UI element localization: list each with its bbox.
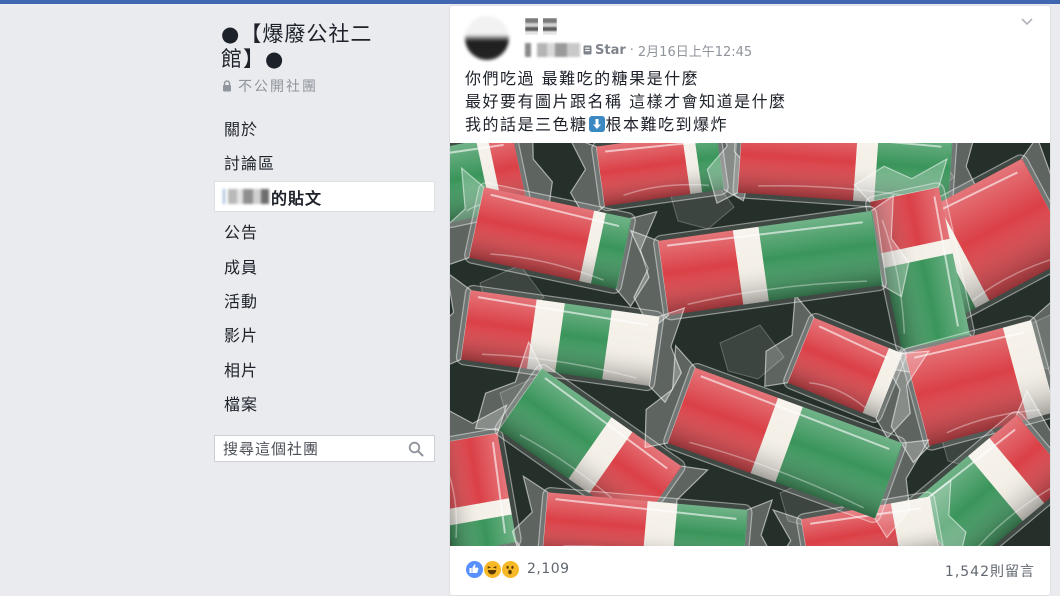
wow-icon [501,560,520,579]
privacy-label: 不公開社團 [238,79,318,95]
search-icon[interactable] [408,441,424,457]
meta-separator: · [629,42,634,58]
sidebar-item-label: 檔案 [224,395,259,415]
group-name-line: ●【爆廢公社二 [221,22,373,46]
sidebar-item-label: 相片 [224,360,259,380]
post-text: 你們吃過 最難吃的糖果是什麼 最好要有圖片跟名稱 這樣才會知道是什麼 我的話是三… [465,67,1035,136]
sidebar-item-members[interactable]: 成員 [214,250,435,281]
sidebar-item-discussion[interactable]: 討論區 [214,147,435,178]
sidebar-item-label: 關於 [224,120,259,139]
top-navigation-bar [0,0,1060,4]
reactions-summary[interactable] [465,560,520,579]
post-text-line: 最好要有圖片跟名稱 這樣才會知道是什麼 [465,91,787,111]
sidebar-item-label: 成員 [224,257,259,277]
sidebar-item-label: 公告 [224,223,259,243]
group-navigation: 關於 討論區 的貼文 公告 成員 活動 影片 相片 檔案 [214,113,435,423]
down-arrow-icon [588,115,605,132]
meta-redacted [525,43,580,57]
post-source[interactable]: Star [595,43,626,58]
author-name-redacted[interactable] [525,18,557,35]
group-name-line: 館】● [221,47,285,71]
sidebar-item-my-posts[interactable]: 的貼文 [214,181,435,213]
sidebar-item-about[interactable]: 關於 [214,113,435,144]
post-footer: 2,109 1,542則留言 [465,559,1035,581]
reaction-count[interactable]: 2,109 [527,561,570,577]
post-timestamp[interactable]: 2月16日上午12:45 [638,41,752,60]
post-text-segment: 我的話是三色糖 [465,114,588,134]
sidebar-item-events[interactable]: 活動 [214,284,435,315]
sidebar-item-label: 討論區 [224,154,276,174]
comment-count[interactable]: 1,542則留言 [945,561,1035,581]
search-input[interactable] [215,436,405,461]
group-search [214,435,435,462]
sidebar-item-files[interactable]: 檔案 [214,388,435,419]
like-icon [465,560,484,579]
avatar[interactable] [465,16,509,60]
sidebar-item-videos[interactable]: 影片 [214,319,435,350]
sidebar-item-announcements[interactable]: 公告 [214,216,435,247]
sidebar-item-photos[interactable]: 相片 [214,353,435,384]
lock-icon [222,80,232,92]
post-meta: Star · 2月16日上午12:45 [525,41,752,60]
post-photo[interactable] [450,143,1050,546]
chevron-down-icon[interactable] [1020,16,1034,28]
sidebar-item-label: 的貼文 [271,188,323,208]
post-text-segment: 根本難吃到爆炸 [605,114,729,134]
sidebar-item-label: 影片 [224,326,259,346]
post-text-line: 我的話是三色糖 根本難吃到爆炸 [465,113,1035,136]
redacted-name [223,189,269,205]
badge-icon [583,45,592,55]
group-name[interactable]: ●【爆廢公社二 館】● [221,22,421,72]
group-privacy: 不公開社團 [222,78,318,95]
post-text-line: 你們吃過 最難吃的糖果是什麼 [465,68,700,88]
sidebar-item-label: 活動 [224,291,259,311]
post-card: Star · 2月16日上午12:45 你們吃過 最難吃的糖果是什麼 最好要有圖… [449,5,1051,596]
haha-icon [483,560,502,579]
